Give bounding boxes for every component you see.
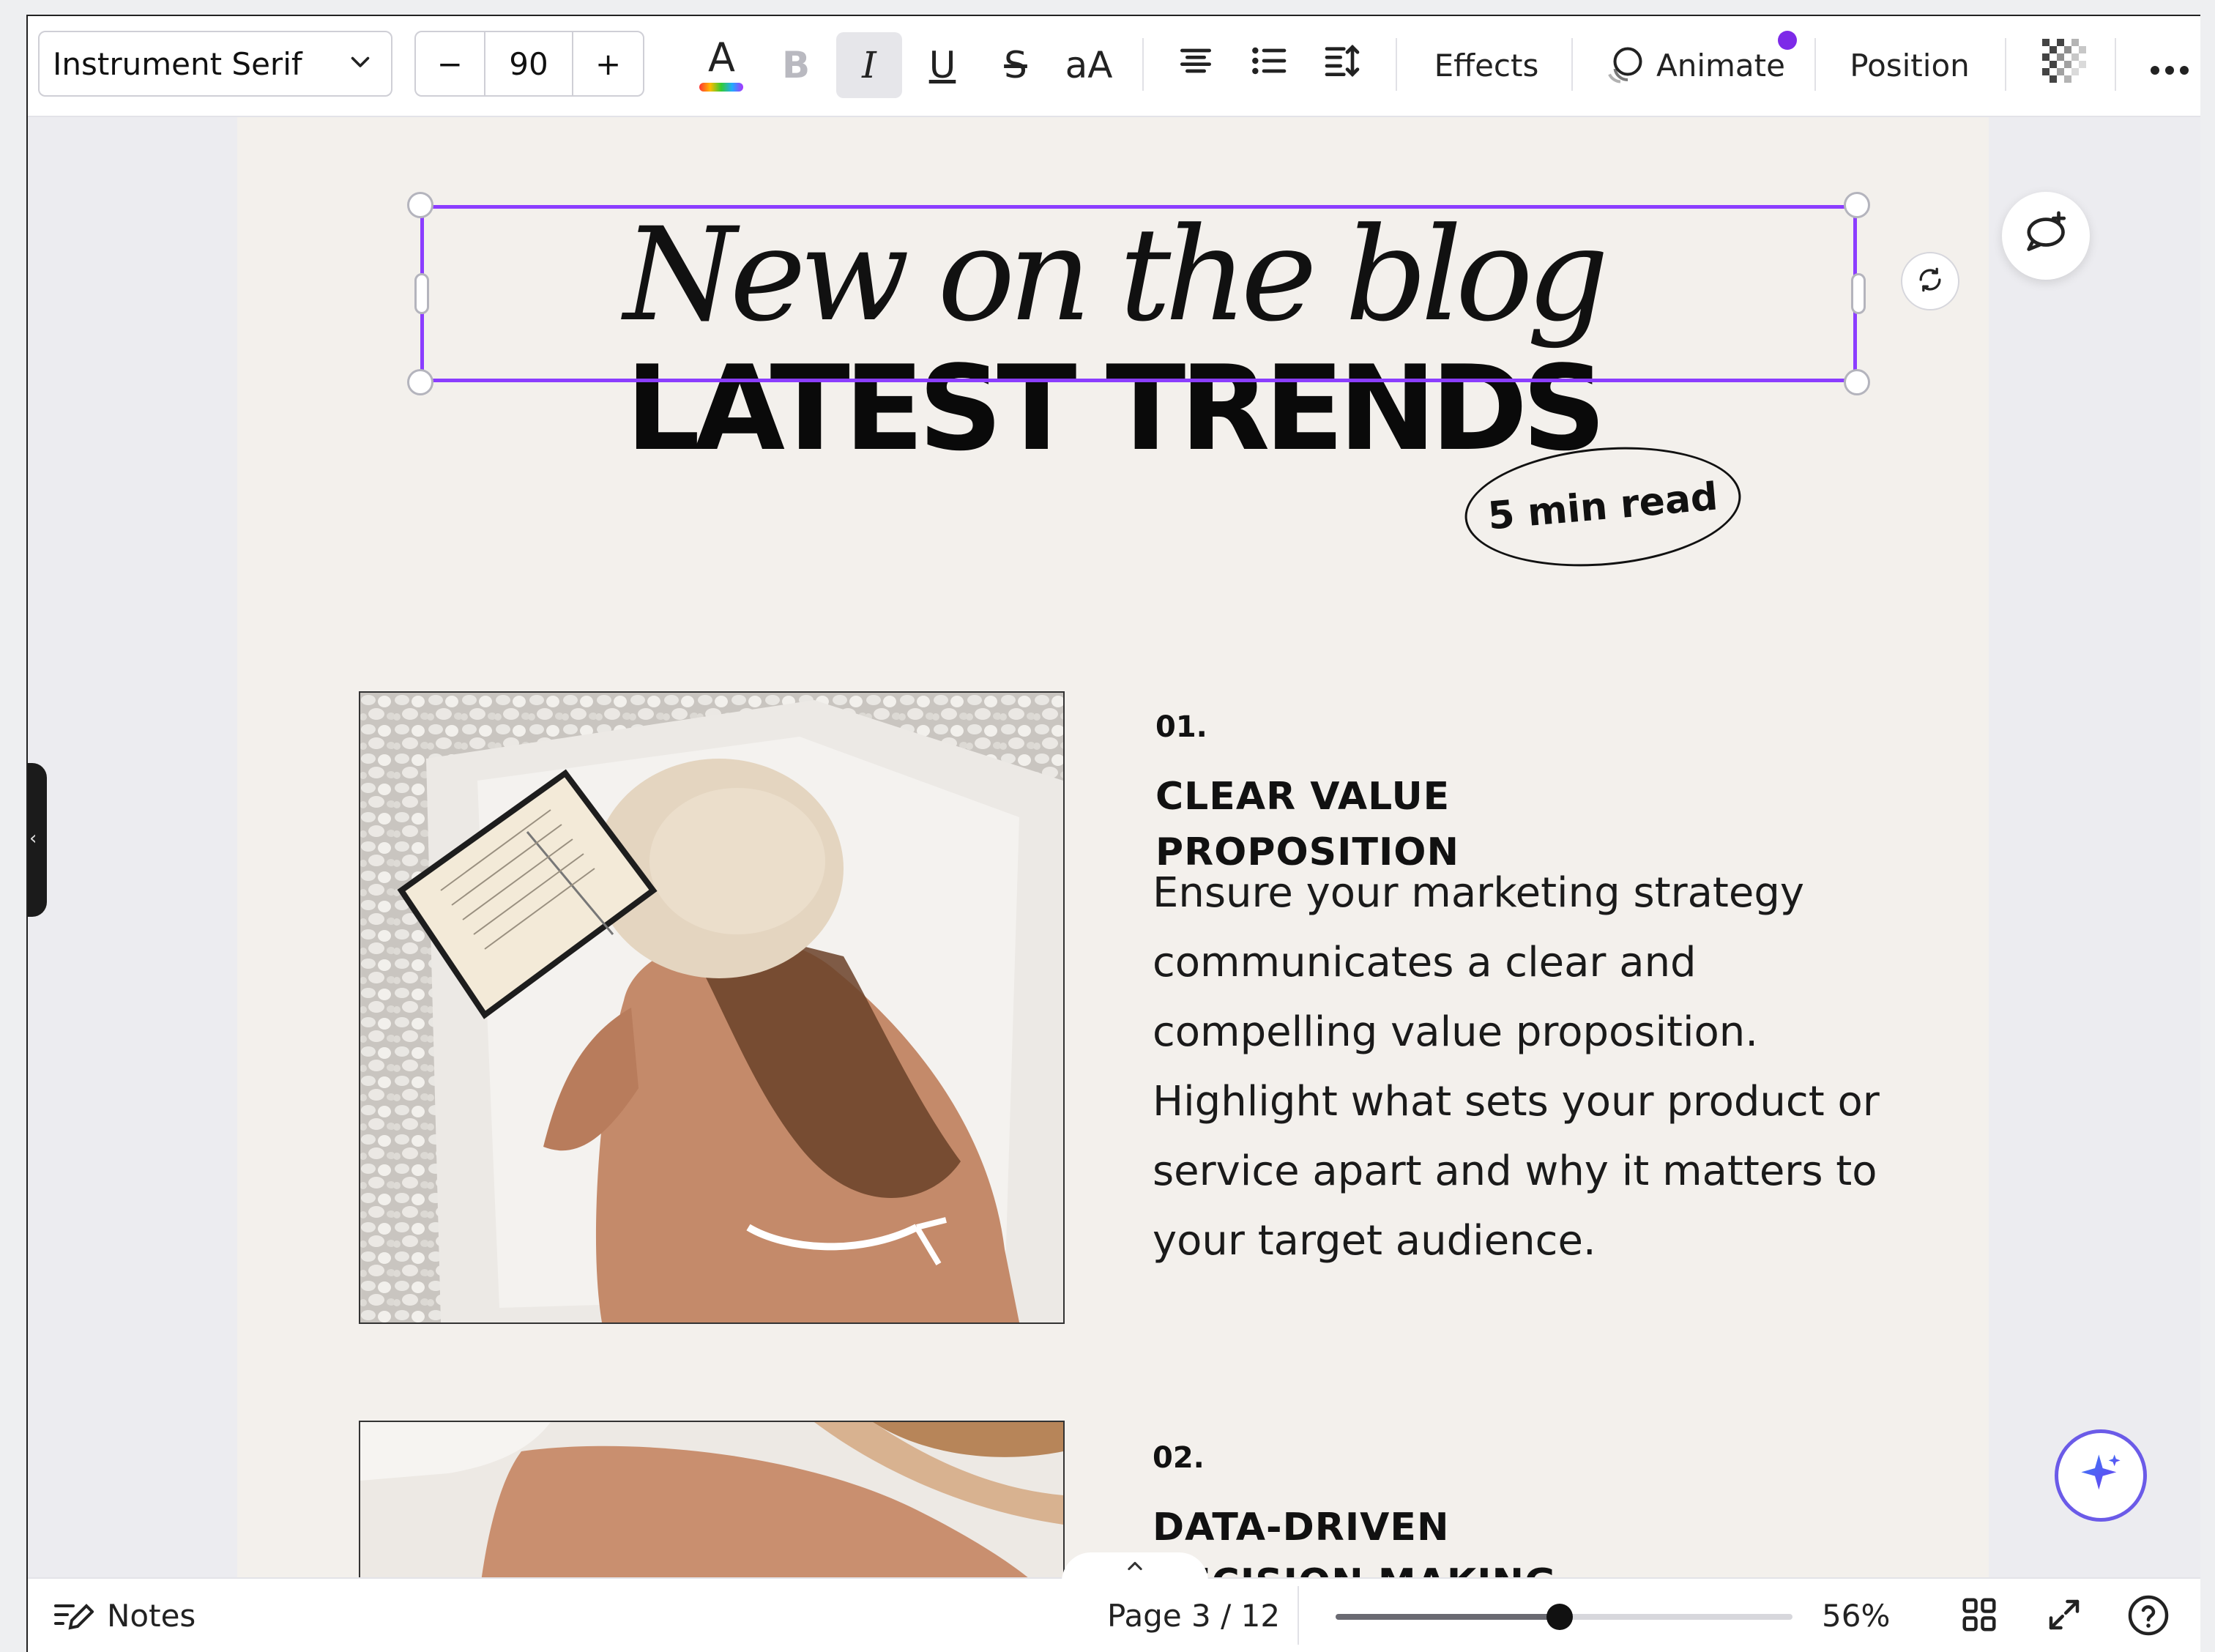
add-comment-icon	[2020, 209, 2071, 263]
position-label: Position	[1850, 47, 1970, 83]
letter-case-icon: aA	[1065, 44, 1113, 86]
underline-icon: U	[928, 44, 956, 86]
animate-label: Animate	[1656, 47, 1785, 83]
align-center-icon	[1175, 40, 1216, 90]
body-line: service apart and why it matters to	[1153, 1147, 1877, 1195]
editor-window: Instrument Serif − 90 + A B I U S aA Eff…	[26, 15, 2200, 1652]
expand-icon	[2044, 1595, 2084, 1642]
font-family-value: Instrument Serif	[53, 45, 302, 82]
line-spacing-button[interactable]	[1309, 32, 1375, 98]
increase-font-size-button[interactable]: +	[573, 32, 643, 95]
bold-button[interactable]: B	[763, 32, 829, 98]
resize-handle-bottom-left[interactable]	[407, 369, 433, 395]
position-button[interactable]: Position	[1836, 32, 1983, 98]
body-line: your target audience.	[1153, 1217, 1596, 1265]
bulleted-list-icon	[1248, 40, 1289, 90]
notes-icon	[53, 1599, 94, 1634]
resize-handle-top-right[interactable]	[1844, 192, 1870, 218]
help-button[interactable]	[2126, 1593, 2170, 1645]
body-line: compelling value proposition.	[1153, 1008, 1759, 1056]
zoom-slider[interactable]	[1336, 1604, 1793, 1630]
strikethrough-icon: S	[1004, 44, 1027, 86]
item-title-line: CLEAR VALUE	[1155, 775, 1451, 819]
grid-view-icon	[1959, 1595, 1999, 1642]
sparkle-icon	[2077, 1451, 2124, 1500]
resize-handle-left[interactable]	[414, 273, 429, 314]
effects-label: Effects	[1434, 47, 1539, 83]
more-options-button[interactable]	[2137, 32, 2200, 98]
add-comment-button[interactable]	[2002, 192, 2090, 280]
effects-button[interactable]: Effects	[1421, 32, 1552, 98]
resize-handle-top-left[interactable]	[407, 192, 433, 218]
line-spacing-icon	[1322, 40, 1363, 90]
read-time-text: 5 min read	[1486, 475, 1720, 539]
transparency-icon	[2042, 39, 2086, 92]
item-title[interactable]: DATA-DRIVEN DECISION MAKING	[1153, 1500, 1557, 1582]
notes-label: Notes	[107, 1598, 196, 1634]
zoom-slider-thumb[interactable]	[1546, 1604, 1573, 1630]
chevron-down-icon	[347, 46, 373, 82]
item-number[interactable]: 02.	[1153, 1441, 1205, 1475]
zoom-level-label: 56%	[1822, 1598, 1891, 1634]
body-line: communicates a clear and	[1153, 939, 1697, 986]
resize-handle-right[interactable]	[1851, 273, 1866, 314]
chevron-left-icon: ‹	[29, 827, 37, 849]
strikethrough-button[interactable]: S	[983, 32, 1049, 98]
underline-button[interactable]: U	[909, 32, 975, 98]
font-size-input[interactable]: 90	[485, 32, 574, 95]
zoom-level[interactable]: 56%	[1822, 1598, 1890, 1634]
rotate-icon	[1914, 264, 1946, 299]
page-indicator[interactable]: Page 3 / 12	[1107, 1598, 1280, 1634]
body-line: Highlight what sets your product or	[1153, 1078, 1880, 1125]
decrease-font-size-button[interactable]: −	[416, 32, 485, 95]
resize-handle-bottom-right[interactable]	[1844, 369, 1870, 395]
animate-button[interactable]: Animate	[1602, 32, 1793, 98]
text-color-button[interactable]: A	[688, 32, 754, 98]
bottom-bar: Notes Page 3 / 12 56%	[28, 1552, 2200, 1652]
font-family-dropdown[interactable]: Instrument Serif	[38, 31, 392, 97]
bold-icon: B	[781, 44, 811, 86]
transparency-button[interactable]	[2031, 32, 2097, 98]
body-line: Ensure your marketing strategy	[1153, 869, 1805, 917]
align-center-button[interactable]	[1163, 32, 1229, 98]
notification-dot	[1778, 31, 1797, 50]
selection-box	[420, 205, 1857, 382]
grid-view-button[interactable]	[1959, 1595, 1999, 1642]
letter-case-button[interactable]: aA	[1056, 32, 1122, 98]
design-page[interactable]: New on the blog LATEST TRENDS 5 min read	[237, 117, 1989, 1582]
italic-icon: I	[862, 44, 876, 86]
help-icon	[2126, 1593, 2170, 1645]
rotate-button[interactable]	[1901, 252, 1959, 310]
fullscreen-button[interactable]	[2044, 1595, 2084, 1642]
zoom-slider-fill	[1336, 1614, 1560, 1620]
italic-button[interactable]: I	[836, 32, 902, 98]
item-number[interactable]: 01.	[1155, 710, 1207, 744]
animate-icon	[1602, 43, 1646, 87]
notes-button[interactable]: Notes	[53, 1598, 196, 1634]
font-size-stepper: − 90 +	[414, 31, 644, 97]
chevron-up-icon	[1125, 1558, 1145, 1576]
item-title-line: DATA-DRIVEN	[1153, 1506, 1450, 1549]
show-pages-button[interactable]	[1062, 1552, 1208, 1582]
page-indicator-label: Page 3 / 12	[1107, 1598, 1281, 1634]
magic-assistant-button[interactable]	[2055, 1429, 2147, 1522]
item-body[interactable]: Ensure your marketing strategy communica…	[1153, 858, 1914, 1276]
text-color-icon: A	[708, 34, 735, 81]
context-toolbar: Instrument Serif − 90 + A B I U S aA Eff…	[28, 16, 2200, 117]
photo-woman-reading[interactable]	[359, 691, 1065, 1324]
more-icon	[2149, 44, 2190, 86]
bulleted-list-button[interactable]	[1236, 32, 1302, 98]
photo-woman-lounging[interactable]	[359, 1421, 1065, 1582]
expand-side-panel-tab[interactable]: ‹	[28, 763, 47, 917]
